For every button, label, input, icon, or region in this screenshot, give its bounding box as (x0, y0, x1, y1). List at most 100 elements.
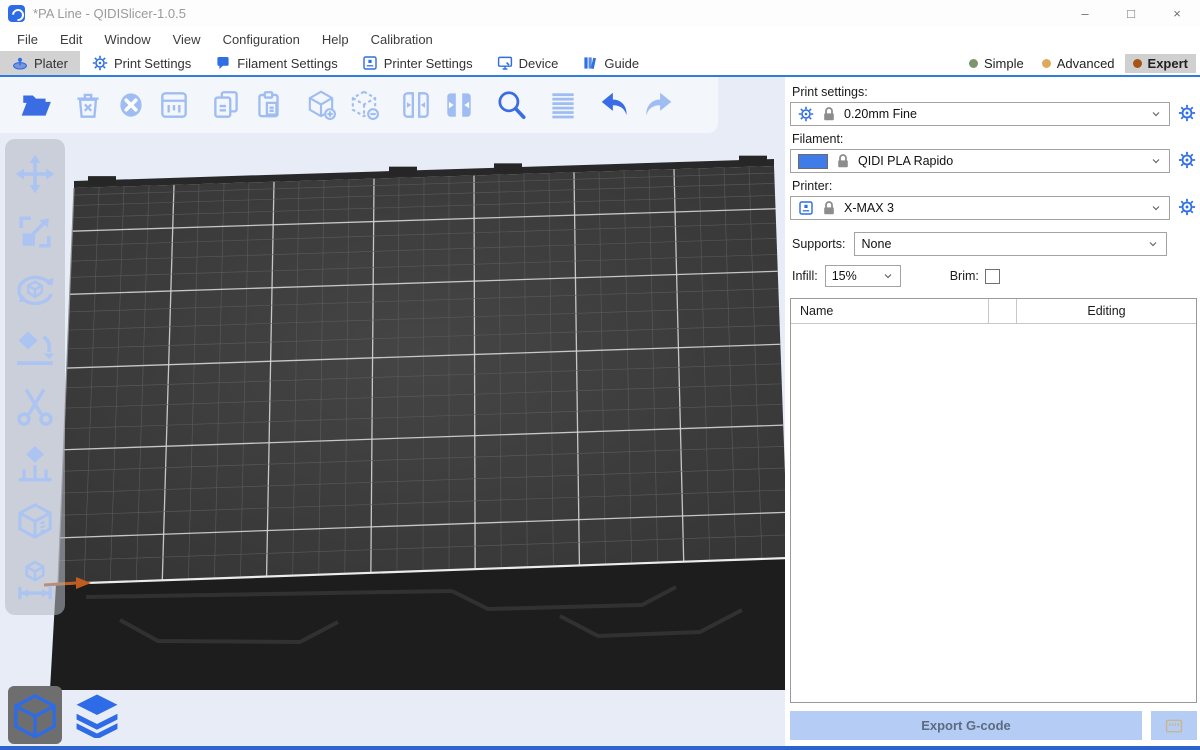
object-list-body[interactable] (791, 324, 1196, 702)
paste-button[interactable] (247, 83, 290, 127)
export-to-sd-button[interactable] (1151, 711, 1197, 740)
split-parts-button[interactable] (437, 83, 480, 127)
infill-combo[interactable]: 15% (825, 265, 901, 287)
device-icon (497, 55, 513, 71)
rotate-icon (13, 268, 57, 312)
arrange-button[interactable] (152, 83, 195, 127)
menu-help[interactable]: Help (311, 32, 360, 47)
move-tool-button[interactable] (10, 145, 60, 203)
tab-print-settings[interactable]: Print Settings (80, 51, 203, 75)
copy-button[interactable] (204, 83, 247, 127)
filament-value: QIDI PLA Rapido (858, 154, 1143, 168)
gear-icon (1178, 198, 1196, 216)
simple-mode-dot-icon (969, 59, 978, 68)
filament-label: Filament: (792, 132, 1197, 146)
tab-label: Print Settings (114, 56, 191, 71)
split-objects-button[interactable] (394, 83, 437, 127)
printer-gear-button[interactable] (1177, 198, 1197, 218)
mode-simple[interactable]: Simple (961, 54, 1032, 73)
chevron-down-icon (1150, 108, 1162, 120)
place-on-face-tool-button[interactable] (10, 319, 60, 377)
arrange-icon (157, 88, 191, 122)
open-button[interactable] (14, 83, 57, 127)
remove-instance-button[interactable] (342, 83, 385, 127)
seam-tool-button[interactable] (10, 493, 60, 551)
undo-icon (598, 88, 632, 122)
redo-button[interactable] (636, 83, 679, 127)
search-button[interactable] (489, 83, 532, 127)
close-button[interactable]: × (1154, 0, 1200, 27)
tab-filament-settings[interactable]: Filament Settings (203, 51, 349, 75)
supports-combo[interactable]: None (854, 232, 1167, 256)
paint-support-tool-button[interactable] (10, 435, 60, 493)
delete-all-button[interactable] (109, 83, 152, 127)
chevron-down-icon (1150, 202, 1162, 214)
export-gcode-button[interactable]: Export G-code (790, 711, 1142, 740)
split-parts-icon (442, 88, 476, 122)
printer-combo[interactable]: X-MAX 3 (790, 196, 1170, 220)
menu-edit[interactable]: Edit (49, 32, 93, 47)
export-row: Export G-code (790, 711, 1197, 740)
menu-calibration[interactable]: Calibration (360, 32, 444, 47)
undo-button[interactable] (593, 83, 636, 127)
menu-configuration[interactable]: Configuration (212, 32, 311, 47)
mode-advanced[interactable]: Advanced (1034, 54, 1123, 73)
cut-tool-button[interactable] (10, 377, 60, 435)
measure-tool-button[interactable] (10, 551, 60, 609)
object-list-table: Name Editing (790, 298, 1197, 703)
editor-3d-toggle[interactable] (8, 686, 62, 744)
move-icon (13, 152, 57, 196)
gizmo-toolbar (5, 139, 65, 615)
printer-icon (362, 55, 378, 71)
filament-icon (215, 55, 231, 71)
paint-support-icon (13, 442, 57, 486)
tab-plater[interactable]: Plater (0, 51, 80, 75)
seam-icon (13, 500, 57, 544)
lock-icon (821, 200, 837, 216)
rotate-tool-button[interactable] (10, 261, 60, 319)
add-instance-icon (304, 88, 338, 122)
remove-instance-icon (347, 88, 381, 122)
supports-value: None (862, 237, 1140, 251)
chevron-down-icon (882, 270, 894, 282)
measure-icon (13, 558, 57, 602)
preview-toggle[interactable] (70, 686, 124, 744)
tab-guide[interactable]: Guide (570, 51, 651, 75)
delete-button[interactable] (66, 83, 109, 127)
chevron-down-icon (1147, 238, 1159, 250)
gear-icon (1178, 151, 1196, 169)
brim-checkbox[interactable] (985, 269, 1000, 284)
filament-combo[interactable]: QIDI PLA Rapido (790, 149, 1170, 173)
tab-printer-settings[interactable]: Printer Settings (350, 51, 485, 75)
brim-label: Brim: (950, 269, 979, 283)
menu-view[interactable]: View (162, 32, 212, 47)
filament-gear-button[interactable] (1177, 151, 1197, 171)
tab-label: Printer Settings (384, 56, 473, 71)
maximize-button[interactable]: □ (1108, 0, 1154, 27)
view-toggle-bar (8, 686, 124, 744)
place-on-face-icon (13, 326, 57, 370)
minimize-button[interactable]: – (1062, 0, 1108, 27)
variable-layer-height-icon (546, 88, 580, 122)
menu-bar: File Edit Window View Configuration Help… (0, 27, 1200, 51)
print-settings-combo[interactable]: 0.20mm Fine (790, 102, 1170, 126)
guide-icon (582, 55, 598, 71)
print-bed (0, 77, 785, 746)
mode-selector: Simple Advanced Expert (961, 51, 1200, 75)
menu-window[interactable]: Window (93, 32, 161, 47)
tab-label: Guide (604, 56, 639, 71)
menu-file[interactable]: File (6, 32, 49, 47)
scale-tool-button[interactable] (10, 203, 60, 261)
search-icon (494, 88, 528, 122)
column-editing: Editing (1017, 304, 1196, 318)
print-settings-gear-button[interactable] (1177, 104, 1197, 124)
mode-expert[interactable]: Expert (1125, 54, 1196, 73)
layer-height-button[interactable] (541, 83, 584, 127)
viewport-3d[interactable] (0, 77, 785, 746)
column-name: Name (791, 299, 989, 323)
print-settings-value: 0.20mm Fine (844, 107, 1143, 121)
mode-label: Simple (984, 56, 1024, 71)
tab-device[interactable]: Device (485, 51, 571, 75)
gear-icon (798, 106, 814, 122)
add-instance-button[interactable] (299, 83, 342, 127)
